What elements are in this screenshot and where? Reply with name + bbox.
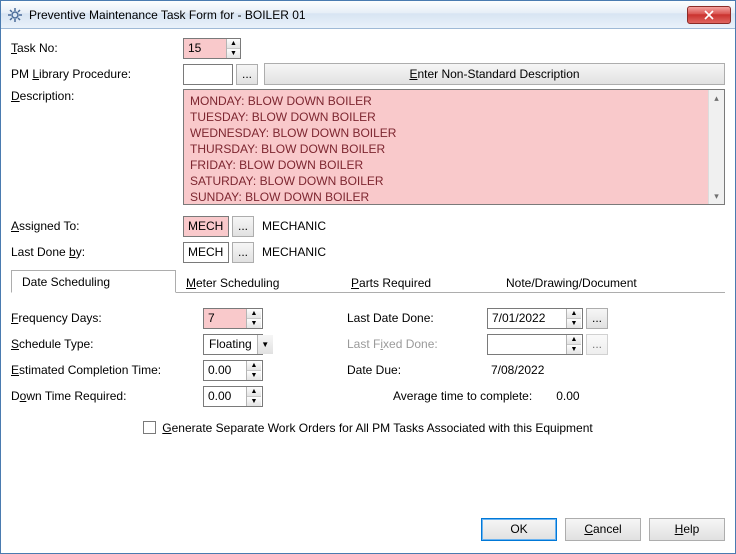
estimated-completion-input[interactable] xyxy=(204,361,246,380)
window: Preventive Maintenance Task Form for - B… xyxy=(0,0,736,554)
assigned-to-input[interactable] xyxy=(183,216,229,237)
close-button[interactable] xyxy=(687,6,731,24)
frequency-days-input[interactable] xyxy=(204,309,246,328)
titlebar: Preventive Maintenance Task Form for - B… xyxy=(1,1,735,29)
description-text: MONDAY: BLOW DOWN BOILER TUESDAY: BLOW D… xyxy=(190,94,396,204)
last-date-done-label: Last Date Done: xyxy=(347,311,487,325)
ellipsis-icon: ... xyxy=(238,245,248,259)
last-done-by-browse-button[interactable]: ... xyxy=(232,242,254,263)
last-done-by-name: MECHANIC xyxy=(262,245,326,259)
pm-library-browse-button[interactable]: ... xyxy=(236,64,258,85)
tab-meter-scheduling[interactable]: Meter Scheduling xyxy=(176,272,341,293)
tab-date-scheduling[interactable]: Date Scheduling xyxy=(11,270,176,293)
description-scrollbar[interactable]: ▴▾ xyxy=(708,90,724,204)
last-done-by-input[interactable] xyxy=(183,242,229,263)
date-due-label: Date Due: xyxy=(347,363,487,377)
assigned-to-label: Assigned To: xyxy=(11,219,183,233)
last-done-by-label: Last Done by: xyxy=(11,245,183,259)
help-button[interactable]: Help xyxy=(649,518,725,541)
cancel-button[interactable]: Cancel xyxy=(565,518,641,541)
generate-separate-label: Generate Separate Work Orders for All PM… xyxy=(162,421,592,435)
schedule-type-label: Schedule Type: xyxy=(11,337,203,351)
tab-note-drawing-document[interactable]: Note/Drawing/Document xyxy=(496,272,671,293)
estimated-completion-spinner[interactable]: ▲▼ xyxy=(203,360,263,381)
pm-library-input[interactable] xyxy=(183,64,233,85)
description-textarea[interactable]: MONDAY: BLOW DOWN BOILER TUESDAY: BLOW D… xyxy=(183,89,725,205)
tab-parts-required[interactable]: Parts Required xyxy=(341,272,496,293)
avg-time-label: Average time to complete: xyxy=(393,389,532,403)
date-due-value: 7/08/2022 xyxy=(487,363,544,377)
down-time-input[interactable] xyxy=(204,387,246,406)
assigned-to-name: MECHANIC xyxy=(262,219,326,233)
last-fixed-done-input[interactable] xyxy=(488,335,566,354)
dialog-footer: OK Cancel Help xyxy=(1,513,735,553)
pm-library-label: PM Library Procedure: xyxy=(11,67,183,81)
generate-separate-checkbox[interactable] xyxy=(143,421,156,434)
window-title: Preventive Maintenance Task Form for - B… xyxy=(29,8,687,22)
schedule-type-value: Floating xyxy=(204,335,257,354)
task-no-label: Task No: xyxy=(11,41,183,55)
ok-button[interactable]: OK xyxy=(481,518,557,541)
down-time-label: Down Time Required: xyxy=(11,389,203,403)
ellipsis-icon: ... xyxy=(238,219,248,233)
task-no-input[interactable] xyxy=(184,39,226,58)
description-label: Description: xyxy=(11,89,183,103)
last-date-done-browse-button[interactable]: ... xyxy=(586,308,608,329)
task-no-spinner[interactable]: ▲▼ xyxy=(183,38,241,59)
ellipsis-icon: ... xyxy=(592,337,602,351)
date-scheduling-pane: Frequency Days: ▲▼ Schedule Type: Floati… xyxy=(11,293,725,435)
last-fixed-done-label: Last Fixed Done: xyxy=(347,337,487,351)
last-date-done-field[interactable]: ▲▼ xyxy=(487,308,583,329)
assigned-to-browse-button[interactable]: ... xyxy=(232,216,254,237)
spinner-arrows[interactable]: ▲▼ xyxy=(226,39,240,58)
ellipsis-icon: ... xyxy=(592,311,602,325)
estimated-completion-label: Estimated Completion Time: xyxy=(11,363,203,377)
chevron-down-icon[interactable]: ▼ xyxy=(257,335,273,354)
ellipsis-icon: ... xyxy=(242,67,252,81)
form-body: Task No: ▲▼ PM Library Procedure: ... En… xyxy=(1,29,735,513)
last-fixed-done-browse-button: ... xyxy=(586,334,608,355)
avg-time-value: 0.00 xyxy=(556,389,579,403)
last-date-done-input[interactable] xyxy=(488,309,566,328)
schedule-type-combo[interactable]: Floating ▼ xyxy=(203,334,263,355)
frequency-days-label: Frequency Days: xyxy=(11,311,203,325)
close-icon xyxy=(704,10,714,20)
enter-nonstandard-button[interactable]: Enter Non-Standard Description xyxy=(264,63,725,85)
tab-bar: Date Scheduling Meter Scheduling Parts R… xyxy=(11,269,725,293)
last-fixed-done-field[interactable]: ▲▼ xyxy=(487,334,583,355)
frequency-days-spinner[interactable]: ▲▼ xyxy=(203,308,263,329)
down-time-spinner[interactable]: ▲▼ xyxy=(203,386,263,407)
gear-icon xyxy=(7,7,23,23)
